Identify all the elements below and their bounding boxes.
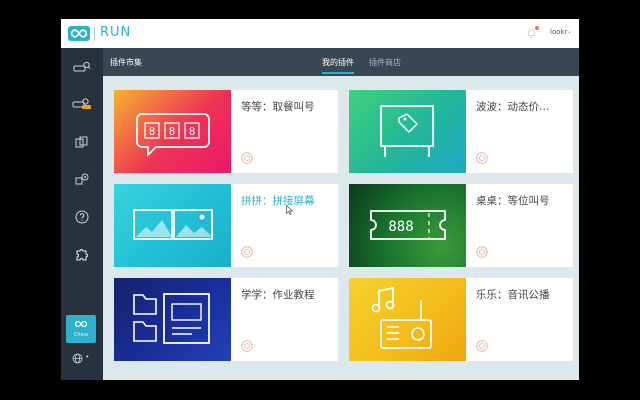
sidebar-item-ticket-search[interactable] [61, 52, 103, 82]
seal-icon [241, 340, 253, 352]
plugin-card-xuexue[interactable]: 学学：作业教程 [114, 278, 338, 361]
sidebar-item-camera-settings[interactable] [61, 164, 103, 194]
plugin-title[interactable]: 波波：动态价… [476, 99, 550, 114]
svg-text:8: 8 [149, 125, 156, 138]
sidebar-item-ticket-check[interactable] [61, 89, 103, 119]
plugin-thumbnail [349, 90, 466, 173]
logo-divider [94, 27, 95, 40]
svg-text:888: 888 [388, 219, 413, 235]
puzzle-icon [76, 249, 88, 261]
plugin-thumbnail: 888 [349, 184, 466, 267]
music-radio-icon [371, 286, 432, 349]
sidebar-item-help[interactable] [61, 202, 103, 232]
notification-bell-icon[interactable] [527, 28, 536, 38]
plugin-thumbnail [114, 278, 231, 361]
help-icon [75, 210, 89, 224]
notification-dot [535, 26, 539, 30]
plugin-card-bobo[interactable]: 波波：动态价… [349, 90, 573, 173]
region-label: China [73, 332, 89, 338]
svg-text:8: 8 [169, 125, 176, 138]
seal-icon [476, 246, 488, 258]
speech-bubble-888-icon: 8 8 8 [136, 113, 210, 158]
sidebar-item-documents[interactable] [61, 127, 103, 157]
user-name[interactable]: lookr [550, 28, 567, 36]
seal-icon [241, 246, 253, 258]
sidebar: China ▾ [61, 48, 103, 380]
seal-icon [476, 340, 488, 352]
globe-icon[interactable] [72, 353, 83, 364]
svg-text:8: 8 [189, 125, 196, 138]
logo-icon [75, 320, 87, 328]
plugin-card-pinpin[interactable]: 拼拼：拼接屏幕 [114, 184, 338, 267]
plugin-title[interactable]: 乐乐：音讯公播 [476, 287, 550, 302]
ticket-check-icon [72, 98, 91, 109]
ticket-888-icon: 888 [370, 210, 446, 240]
plugin-card-lele[interactable]: 乐乐：音讯公播 [349, 278, 573, 361]
plugin-card-dengdeng[interactable]: 8 8 8 等等：取餐叫号 [114, 90, 338, 173]
chevron-down-icon[interactable]: ⌄ [567, 28, 572, 35]
brand-name: RUN [100, 25, 132, 40]
plugin-title[interactable]: 学学：作业教程 [241, 287, 315, 302]
tab-plugin-store[interactable]: 插件商店 [369, 57, 401, 68]
price-tag-board-icon [380, 105, 434, 157]
sidebar-item-plugins[interactable] [61, 239, 103, 269]
document-icon [75, 136, 88, 148]
plugin-card-zhuozhuo[interactable]: 888 桌桌：等位叫号 [349, 184, 573, 267]
folder-document-icon [133, 293, 210, 344]
plugin-market-nav: 插件市集 我的插件 插件商店 [103, 48, 579, 76]
tab-my-plugins[interactable]: 我的插件 [322, 57, 354, 68]
top-bar: RUN lookr ⌄ [61, 19, 579, 48]
camera-settings-icon [75, 173, 89, 185]
chevron-down-icon[interactable]: ▾ [86, 354, 89, 360]
logo-icon[interactable] [68, 26, 90, 41]
plugin-title[interactable]: 拼拼：拼接屏幕 [241, 193, 315, 208]
ticket-search-icon [73, 61, 91, 72]
region-button[interactable]: China [66, 315, 96, 343]
plugin-thumbnail: 8 8 8 [114, 90, 231, 173]
mouse-cursor-icon [286, 205, 293, 215]
seal-icon [476, 152, 488, 164]
app-window: RUN lookr ⌄ China ▾ 插件市集 我的插件 插件商店 8 8 8… [61, 19, 579, 380]
plugin-thumbnail [349, 278, 466, 361]
plugin-thumbnail [114, 184, 231, 267]
split-screen-icon [133, 209, 213, 240]
page-title: 插件市集 [110, 58, 142, 67]
plugin-title[interactable]: 等等：取餐叫号 [241, 99, 315, 114]
seal-icon [241, 152, 253, 164]
active-tab-indicator [322, 72, 354, 74]
plugin-title[interactable]: 桌桌：等位叫号 [476, 193, 550, 208]
